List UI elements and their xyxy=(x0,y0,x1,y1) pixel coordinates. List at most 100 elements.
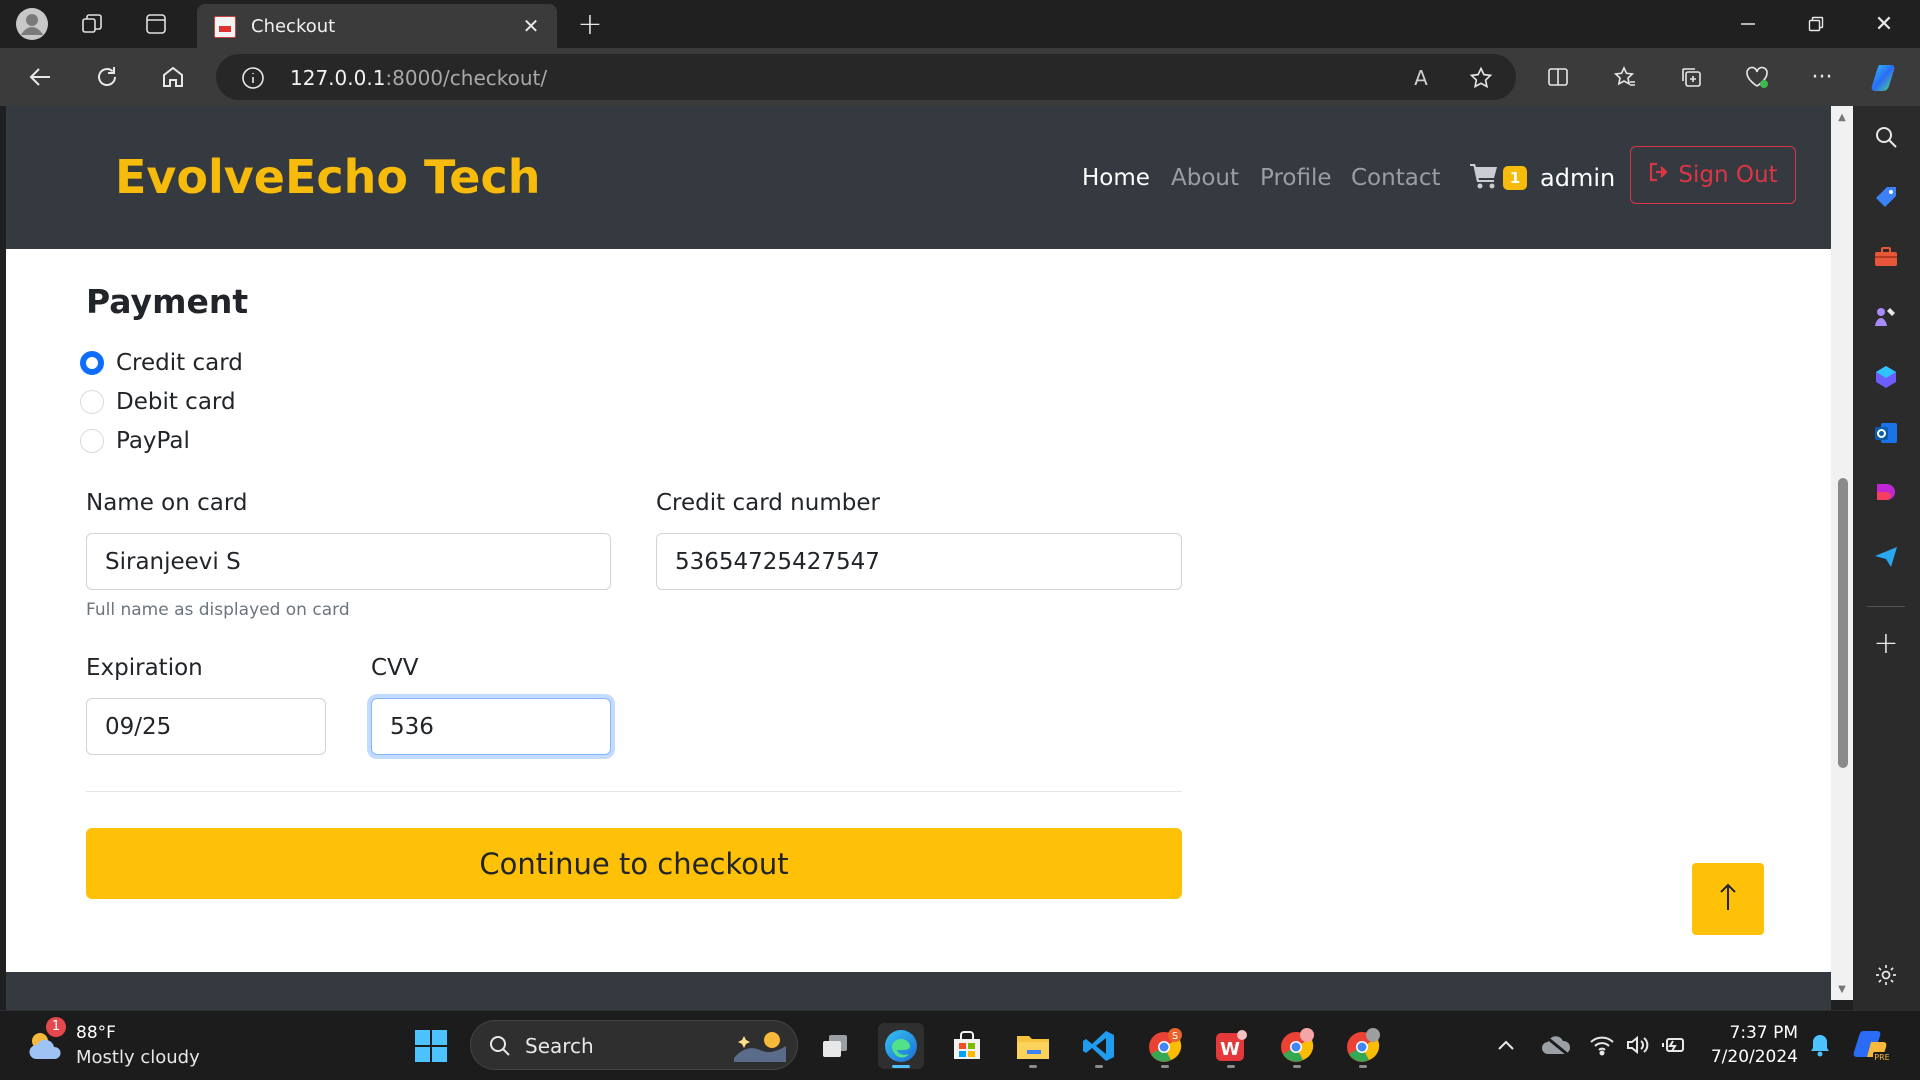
start-button[interactable] xyxy=(408,1023,454,1069)
tab-favicon-icon xyxy=(214,16,236,38)
expiration-input[interactable]: 09/25 xyxy=(86,698,326,755)
site-navbar: EvolveEcho Tech Home About Profile Conta… xyxy=(6,106,1831,249)
back-icon[interactable] xyxy=(26,62,56,92)
wifi-icon[interactable] xyxy=(1588,1031,1616,1059)
radio-debit-card[interactable]: Debit card xyxy=(80,389,236,415)
sidebar-designer-icon[interactable] xyxy=(1871,478,1901,508)
chrome-profile-3-icon[interactable] xyxy=(1340,1023,1386,1069)
chrome-s-indicator xyxy=(1161,1065,1169,1068)
edge-app-icon[interactable] xyxy=(878,1023,924,1069)
radio-credit-card-label[interactable]: Credit card xyxy=(116,350,243,376)
vscode-indicator xyxy=(1095,1065,1103,1068)
workspaces-icon[interactable] xyxy=(78,10,106,38)
payment-heading: Payment xyxy=(86,282,249,321)
brand-logo[interactable]: EvolveEcho Tech xyxy=(115,150,541,204)
radio-paypal-control[interactable] xyxy=(80,429,104,453)
back-to-top-button[interactable] xyxy=(1692,863,1764,935)
windows-taskbar: 1 88°F Mostly cloudy Search S W 7:37 PM … xyxy=(0,1010,1920,1080)
sidebar-settings-icon[interactable] xyxy=(1871,960,1901,990)
store-app-icon[interactable] xyxy=(944,1023,990,1069)
collections-icon[interactable] xyxy=(1677,63,1705,91)
battery-icon[interactable] xyxy=(1660,1031,1688,1059)
new-tab-icon[interactable]: + xyxy=(574,7,606,42)
sidebar-shopping-icon[interactable] xyxy=(1871,182,1901,212)
svg-text:S: S xyxy=(1172,1031,1178,1042)
radio-paypal-label[interactable]: PayPal xyxy=(116,428,190,454)
weather-notification-badge: 1 xyxy=(46,1017,66,1037)
file-explorer-icon[interactable] xyxy=(1010,1023,1056,1069)
radio-paypal[interactable]: PayPal xyxy=(80,428,190,454)
sidebar-send-icon[interactable] xyxy=(1871,542,1901,572)
sidebar-outlook-icon[interactable] xyxy=(1871,418,1901,448)
sidebar-microsoft365-icon[interactable] xyxy=(1871,362,1901,392)
chrome-profile-s-icon[interactable]: S xyxy=(1142,1023,1188,1069)
browser-toolbar: 127.0.0.1:8000/checkout/ A ··· xyxy=(0,48,1920,106)
scrollbar-thumb[interactable] xyxy=(1838,478,1848,768)
radio-credit-card[interactable]: Credit card xyxy=(80,350,243,376)
browser-essentials-icon[interactable] xyxy=(1743,63,1771,91)
sign-out-button[interactable]: Sign Out xyxy=(1630,146,1796,204)
profile-avatar-icon[interactable] xyxy=(14,6,50,42)
minimize-icon[interactable] xyxy=(1734,10,1762,38)
copilot-icon[interactable] xyxy=(1868,60,1904,96)
read-aloud-icon[interactable]: A xyxy=(1408,65,1434,91)
notification-bell-icon[interactable] xyxy=(1806,1031,1834,1059)
copilot-preview-icon[interactable]: PRE xyxy=(1852,1027,1892,1063)
wps-indicator xyxy=(1227,1065,1235,1068)
system-clock[interactable]: 7:37 PM 7/20/2024 xyxy=(1704,1021,1798,1069)
sidebar-add-icon[interactable]: + xyxy=(1871,626,1901,661)
site-info-icon[interactable] xyxy=(240,65,266,91)
onedrive-icon[interactable] xyxy=(1540,1031,1572,1059)
card-number-input[interactable]: 53654725427547 xyxy=(656,533,1182,590)
vscode-icon[interactable] xyxy=(1076,1023,1122,1069)
svg-text:PRE: PRE xyxy=(1874,1053,1889,1062)
url-text: 127.0.0.1:8000/checkout/ xyxy=(290,66,548,90)
expiration-label: Expiration xyxy=(86,655,203,681)
scroll-up-icon[interactable]: ▲ xyxy=(1835,110,1849,124)
favorites-icon[interactable] xyxy=(1611,63,1639,91)
card-number-label: Credit card number xyxy=(656,490,880,516)
task-view-icon[interactable] xyxy=(812,1023,858,1069)
scroll-down-icon[interactable]: ▼ xyxy=(1835,982,1849,996)
sidebar-tools-icon[interactable] xyxy=(1871,242,1901,272)
split-screen-icon[interactable] xyxy=(1544,63,1572,91)
restore-icon[interactable] xyxy=(1802,10,1830,38)
radio-debit-card-control[interactable] xyxy=(80,390,104,414)
nav-home[interactable]: Home xyxy=(1082,165,1150,191)
name-on-card-input[interactable]: Siranjeevi S xyxy=(86,533,611,590)
page-footer-strip xyxy=(6,972,1831,1010)
vertical-tabs-icon[interactable] xyxy=(142,10,170,38)
clock-time: 7:37 PM xyxy=(1729,1023,1799,1043)
sidebar-search-icon[interactable] xyxy=(1871,122,1901,152)
nav-about[interactable]: About xyxy=(1171,165,1239,191)
taskbar-search[interactable]: Search xyxy=(470,1020,798,1070)
chrome-2-indicator xyxy=(1293,1065,1301,1068)
nav-contact[interactable]: Contact xyxy=(1351,165,1440,191)
address-bar[interactable]: 127.0.0.1:8000/checkout/ A xyxy=(216,54,1516,100)
home-icon[interactable] xyxy=(158,62,188,92)
radio-debit-card-label[interactable]: Debit card xyxy=(116,389,236,415)
more-menu-icon[interactable]: ··· xyxy=(1808,63,1836,91)
file-explorer-indicator xyxy=(1029,1065,1037,1068)
username: admin xyxy=(1540,164,1616,192)
cvv-label: CVV xyxy=(371,655,419,681)
chrome-profile-2-icon[interactable] xyxy=(1274,1023,1320,1069)
chrome-3-indicator xyxy=(1359,1065,1367,1068)
cart-icon[interactable] xyxy=(1469,162,1499,194)
continue-to-checkout-button[interactable]: Continue to checkout xyxy=(86,828,1182,899)
radio-credit-card-control[interactable] xyxy=(80,351,104,375)
close-window-icon[interactable]: ✕ xyxy=(1870,10,1898,38)
wps-office-icon[interactable]: W xyxy=(1208,1023,1254,1069)
search-placeholder: Search xyxy=(525,1034,594,1058)
volume-icon[interactable] xyxy=(1624,1031,1652,1059)
nav-profile[interactable]: Profile xyxy=(1260,165,1332,191)
tab-checkout[interactable]: Checkout ✕ xyxy=(197,4,557,48)
tab-close-icon[interactable]: ✕ xyxy=(517,12,545,40)
show-hidden-icons-chevron-icon[interactable] xyxy=(1494,1033,1518,1057)
search-icon xyxy=(487,1033,513,1059)
sidebar-games-icon[interactable] xyxy=(1871,302,1901,332)
cvv-input[interactable]: 536 xyxy=(371,698,611,755)
favorite-star-icon[interactable] xyxy=(1468,65,1494,91)
page-scrollbar[interactable]: ▲ ▼ xyxy=(1831,106,1853,1000)
refresh-icon[interactable] xyxy=(92,62,122,92)
